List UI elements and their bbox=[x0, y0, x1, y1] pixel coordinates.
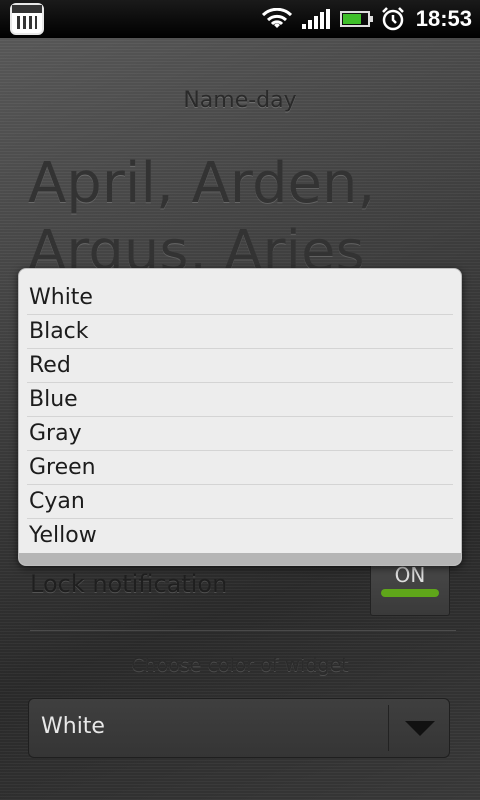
color-option-blue[interactable]: Blue bbox=[27, 383, 453, 417]
names-text: April, Arden, Argus, Aries bbox=[28, 150, 468, 286]
choose-color-label: Choose color of widget bbox=[131, 654, 349, 676]
color-options-popup: White Black Red Blue Gray Green Cyan Yel… bbox=[18, 268, 462, 566]
color-option-green[interactable]: Green bbox=[27, 451, 453, 485]
color-spinner[interactable]: White bbox=[28, 698, 450, 758]
toggle-indicator bbox=[381, 589, 439, 597]
alarm-icon bbox=[381, 7, 404, 31]
divider bbox=[30, 630, 456, 631]
wifi-icon bbox=[261, 8, 292, 28]
color-option-black[interactable]: Black bbox=[27, 315, 453, 349]
toggle-text: ON bbox=[394, 563, 426, 587]
popup-footer bbox=[19, 553, 461, 565]
nameday-label: Name-day bbox=[183, 88, 297, 113]
calendar-icon[interactable] bbox=[10, 3, 44, 35]
clock: 18:53 bbox=[415, 6, 472, 31]
status-bar: 18:53 bbox=[0, 0, 480, 38]
signal-icon bbox=[301, 9, 330, 29]
battery-icon bbox=[339, 11, 373, 27]
color-option-yellow[interactable]: Yellow bbox=[27, 519, 453, 552]
spinner-separator bbox=[388, 705, 389, 751]
color-option-cyan[interactable]: Cyan bbox=[27, 485, 453, 519]
chevron-down-icon[interactable] bbox=[405, 721, 435, 736]
names-line-1: April, Arden, bbox=[28, 151, 376, 216]
color-options-list: White Black Red Blue Gray Green Cyan Yel… bbox=[19, 281, 461, 552]
color-option-white[interactable]: White bbox=[27, 281, 453, 315]
color-option-red[interactable]: Red bbox=[27, 349, 453, 383]
color-option-gray[interactable]: Gray bbox=[27, 417, 453, 451]
lock-notification-label: Lock notification bbox=[30, 570, 228, 598]
color-spinner-value: White bbox=[41, 714, 105, 739]
